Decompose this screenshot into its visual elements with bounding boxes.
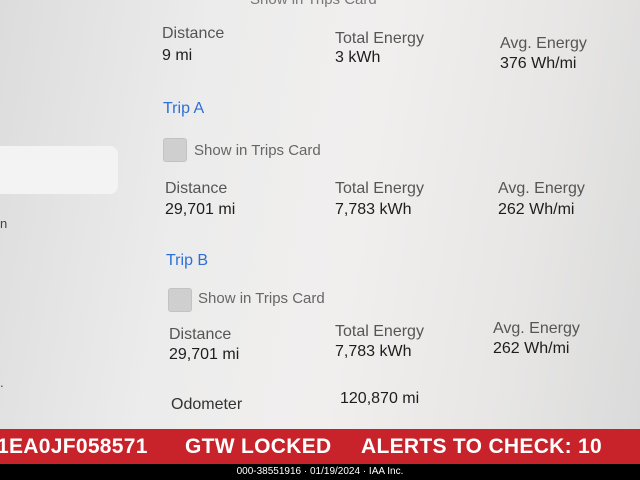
- summary-avg-label: Avg. Energy: [500, 35, 587, 52]
- trip-a-avg-label: Avg. Energy: [498, 180, 585, 197]
- trip-b-energy-value: 7,783 kWh: [335, 343, 412, 360]
- summary-distance-label: Distance: [162, 25, 225, 42]
- trip-b-show-checkbox[interactable]: [168, 288, 192, 312]
- trip-a-distance-value: 29,701 mi: [165, 201, 236, 218]
- banner-alerts: ALERTS TO CHECK: 10: [361, 435, 603, 458]
- trip-a-distance-label: Distance: [165, 180, 228, 197]
- banner-gtw-status: GTW LOCKED: [185, 435, 332, 458]
- summary-avg-value: 376 Wh/mi: [500, 55, 577, 72]
- trip-a-show-checkbox[interactable]: [163, 138, 187, 162]
- odometer-label: Odometer: [171, 396, 243, 413]
- trip-a-title: Trip A: [163, 100, 205, 117]
- edge-text-fragment: .: [0, 375, 4, 390]
- odometer-value: 120,870 mi: [340, 390, 420, 407]
- trips-screen: n . Show in Trips Card Distance 9 mi Tot…: [0, 0, 640, 440]
- photo-footer: 000-38551916 · 01/19/2024 · IAA Inc.: [0, 464, 640, 480]
- trip-a-avg-value: 262 Wh/mi: [498, 201, 575, 218]
- trip-b-distance-value: 29,701 mi: [169, 346, 240, 363]
- alert-banner: 1EA0JF058571 GTW LOCKED ALERTS TO CHECK:…: [0, 429, 640, 465]
- trip-a-checkbox-label[interactable]: Show in Trips Card: [194, 142, 321, 159]
- trip-b-energy-label: Total Energy: [335, 323, 424, 340]
- summary-energy-label: Total Energy: [335, 30, 424, 47]
- summary-distance-value: 9 mi: [162, 47, 193, 64]
- trip-b-title: Trip B: [166, 252, 209, 269]
- trip-b-checkbox-label[interactable]: Show in Trips Card: [198, 290, 325, 307]
- banner-vin: 1EA0JF058571: [0, 435, 148, 458]
- side-panel-button[interactable]: [0, 146, 118, 194]
- partial-top-checkbox-label: Show in Trips Card: [250, 0, 377, 8]
- edge-text-fragment: n: [0, 216, 8, 231]
- trip-a-energy-label: Total Energy: [335, 180, 424, 197]
- trip-b-avg-label: Avg. Energy: [493, 320, 580, 337]
- trip-b-avg-value: 262 Wh/mi: [493, 340, 570, 357]
- summary-energy-value: 3 kWh: [335, 49, 381, 66]
- trip-a-energy-value: 7,783 kWh: [335, 201, 412, 218]
- trip-b-distance-label: Distance: [169, 326, 232, 343]
